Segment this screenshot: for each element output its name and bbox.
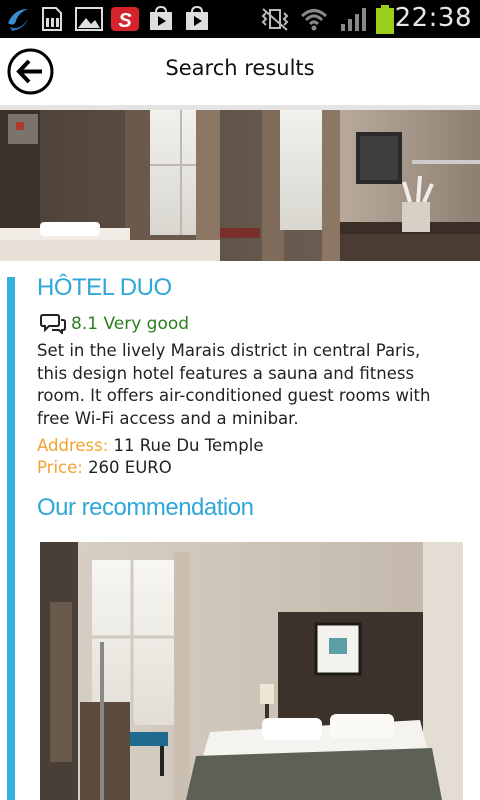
hotel-details: HÔTEL DUO 8.1 Very good Set in the livel… [0, 261, 480, 800]
status-time: 22:38 [394, 3, 472, 33]
address-line: Address: 11 Rue Du Temple [37, 436, 263, 455]
rating-text: 8.1 Very good [71, 314, 190, 334]
price-line: Price: 260 EURO [37, 458, 172, 477]
accent-bar [7, 277, 15, 800]
app-icon [8, 9, 28, 31]
wifi-icon [300, 9, 328, 31]
address-value: 11 Rue Du Temple [113, 436, 264, 455]
battery-icon [376, 5, 394, 34]
play-store-icon [150, 5, 172, 30]
hotel-room-photo-illustration [0, 110, 480, 261]
page-title: Search results [165, 56, 315, 80]
reviews-icon [40, 314, 66, 334]
recommendation-title: Our recommendation [37, 494, 254, 521]
hotel-description: Set in the lively Marais district in cen… [37, 341, 431, 428]
play-store-icon [186, 5, 208, 30]
app-header: Search results [0, 38, 480, 106]
s-app-icon: S [111, 7, 139, 32]
price-value: 260 EURO [88, 458, 172, 477]
status-bar: S 22:38 [0, 0, 480, 38]
sd-card-icon [42, 7, 62, 31]
address-label: Address: [37, 436, 109, 455]
svg-text:S: S [118, 10, 132, 32]
signal-icon [341, 8, 366, 31]
recommendation-photo[interactable] [40, 542, 463, 800]
hotel-hero-photo[interactable] [0, 110, 480, 261]
price-label: Price: [37, 458, 83, 477]
vibrate-icon [261, 8, 289, 31]
bedroom-photo-illustration [40, 542, 463, 800]
hotel-name[interactable]: HÔTEL DUO [37, 274, 172, 302]
gallery-icon [75, 7, 103, 31]
